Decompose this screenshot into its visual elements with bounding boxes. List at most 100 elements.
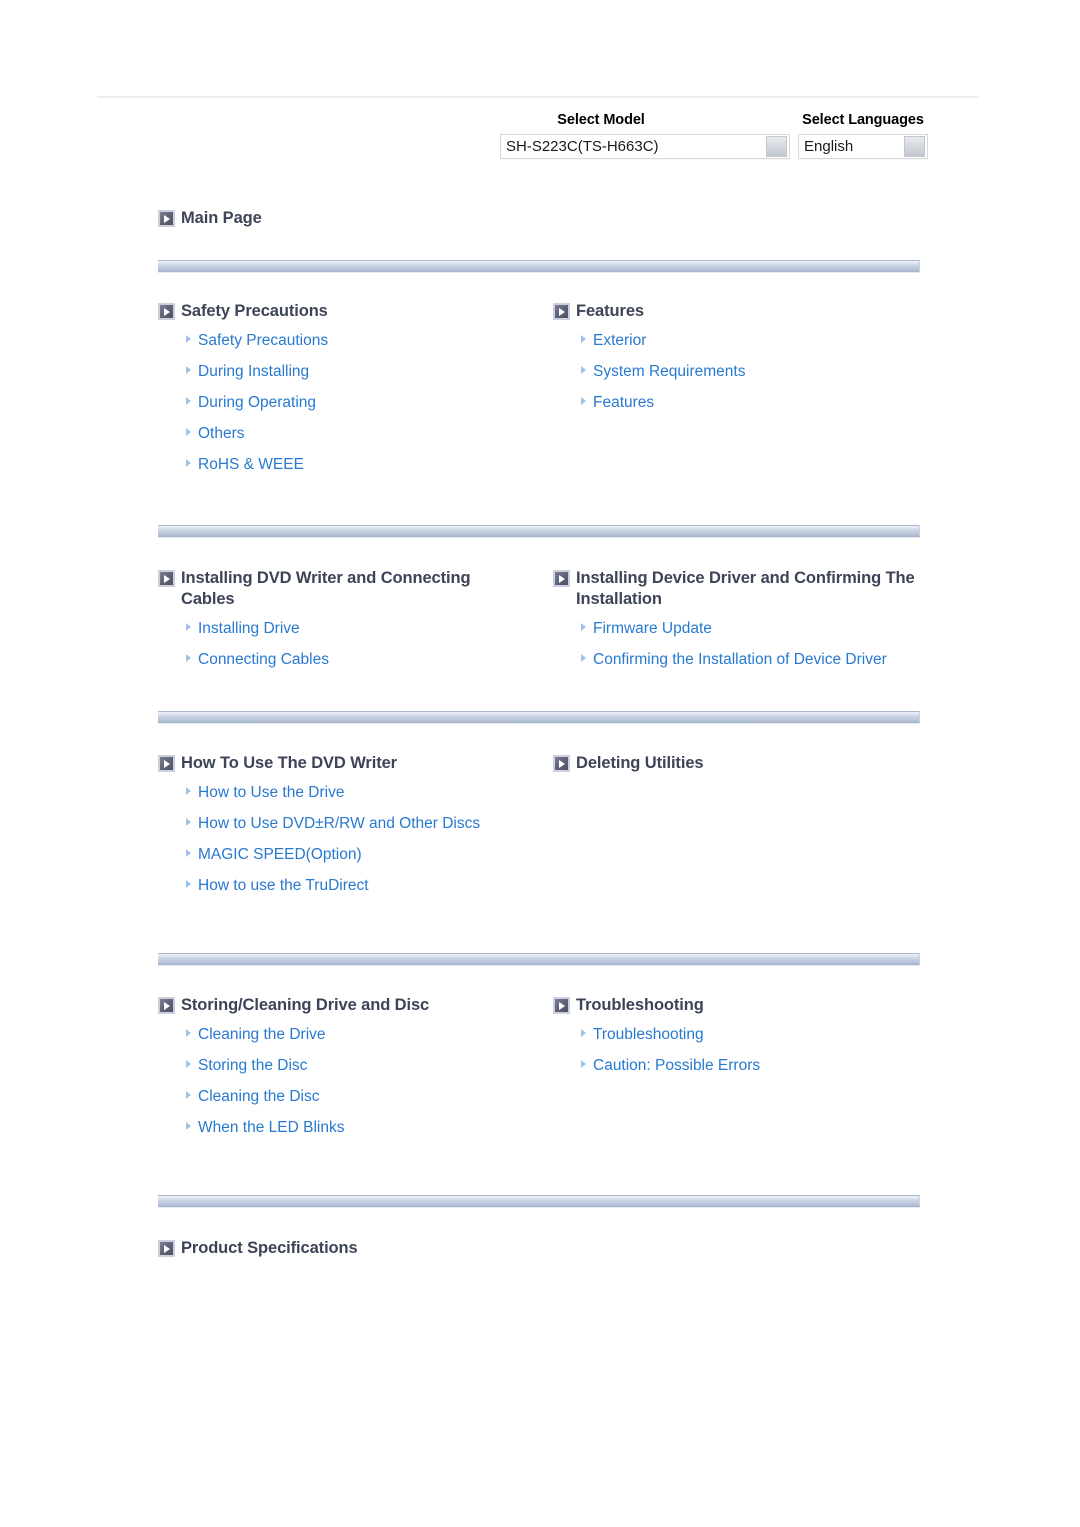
section-heading[interactable]: Deleting Utilities: [553, 753, 948, 774]
list-item[interactable]: During Installing: [186, 363, 553, 381]
toc-link[interactable]: Connecting Cables: [198, 651, 329, 669]
bullet-triangle-icon: [186, 335, 191, 343]
toc-link[interactable]: Exterior: [593, 332, 646, 350]
toc-link[interactable]: Cleaning the Disc: [198, 1088, 319, 1106]
list-item[interactable]: Storing the Disc: [186, 1057, 553, 1075]
section-divider: [158, 260, 920, 273]
list-item[interactable]: Others: [186, 425, 553, 443]
section-product-specifications: Product Specifications: [158, 1238, 948, 1259]
section-heading[interactable]: Troubleshooting: [553, 995, 948, 1016]
main-page-title: Main Page: [181, 209, 262, 227]
toc-link[interactable]: Safety Precautions: [198, 332, 328, 350]
section-troubleshooting: Troubleshooting Troubleshooting Caution:…: [553, 995, 948, 1137]
list-item[interactable]: Cleaning the Disc: [186, 1088, 553, 1106]
toc-link[interactable]: During Operating: [198, 394, 316, 412]
bullet-triangle-icon: [186, 1122, 191, 1130]
bullet-triangle-icon: [581, 654, 586, 662]
section-item-list: Safety Precautions During Installing Dur…: [158, 332, 553, 474]
toc-link[interactable]: How to Use the Drive: [198, 784, 344, 802]
list-item[interactable]: Installing Drive: [186, 620, 553, 638]
section-installing-dvd-writer: Installing DVD Writer and Connecting Cab…: [158, 568, 553, 669]
bullet-triangle-icon: [581, 1029, 586, 1037]
toc-link[interactable]: How to Use DVD±R/RW and Other Discs: [198, 815, 480, 833]
select-languages-dropdown[interactable]: English: [798, 134, 928, 159]
list-item[interactable]: RoHS & WEEE: [186, 456, 553, 474]
list-item[interactable]: Exterior: [581, 332, 948, 350]
list-item[interactable]: Connecting Cables: [186, 651, 553, 669]
list-item[interactable]: Troubleshooting: [581, 1026, 948, 1044]
toc-link[interactable]: Others: [198, 425, 245, 443]
select-model-group: Select Model SH-S223C(TS-H663C): [500, 112, 790, 159]
list-item[interactable]: Confirming the Installation of Device Dr…: [581, 651, 948, 669]
toc-link[interactable]: Caution: Possible Errors: [593, 1057, 760, 1075]
toc-link[interactable]: Features: [593, 394, 654, 412]
section-item-list: Firmware Update Confirming the Installat…: [553, 620, 948, 669]
list-item[interactable]: When the LED Blinks: [186, 1119, 553, 1137]
play-square-icon: [553, 570, 570, 587]
section-title: Troubleshooting: [576, 996, 704, 1014]
list-item[interactable]: Features: [581, 394, 948, 412]
list-item[interactable]: How to Use DVD±R/RW and Other Discs: [186, 815, 553, 833]
bullet-triangle-icon: [186, 787, 191, 795]
toc-link[interactable]: RoHS & WEEE: [198, 456, 304, 474]
toc-link[interactable]: Firmware Update: [593, 620, 712, 638]
product-specifications-heading[interactable]: Product Specifications: [158, 1238, 948, 1259]
toc-content: Main Page Safety Precautions Safety Prec…: [158, 208, 948, 1259]
section-heading[interactable]: Installing Device Driver and Confirming …: [553, 568, 948, 610]
list-item[interactable]: System Requirements: [581, 363, 948, 381]
section-divider: [158, 1195, 920, 1208]
list-item[interactable]: Cleaning the Drive: [186, 1026, 553, 1044]
select-languages-value: English: [804, 138, 854, 155]
select-model-value: SH-S223C(TS-H663C): [506, 138, 659, 155]
toc-link[interactable]: Troubleshooting: [593, 1026, 704, 1044]
select-model-dropdown[interactable]: SH-S223C(TS-H663C): [500, 134, 790, 159]
list-item[interactable]: How to Use the Drive: [186, 784, 553, 802]
page-top-rule: [97, 96, 979, 98]
main-page-heading[interactable]: Main Page: [158, 208, 948, 229]
section-title: Installing Device Driver and Confirming …: [576, 569, 915, 608]
dropdown-arrow-icon[interactable]: [904, 136, 925, 157]
list-item[interactable]: During Operating: [186, 394, 553, 412]
bullet-triangle-icon: [186, 428, 191, 436]
toc-link[interactable]: When the LED Blinks: [198, 1119, 344, 1137]
toc-link[interactable]: System Requirements: [593, 363, 745, 381]
section-item-list: Cleaning the Drive Storing the Disc Clea…: [158, 1026, 553, 1137]
toc-link[interactable]: MAGIC SPEED(Option): [198, 846, 362, 864]
toc-link[interactable]: Cleaning the Drive: [198, 1026, 326, 1044]
bullet-triangle-icon: [186, 1060, 191, 1068]
dropdown-arrow-icon[interactable]: [766, 136, 787, 157]
bullet-triangle-icon: [186, 880, 191, 888]
section-features: Features Exterior System Requirements Fe…: [553, 301, 948, 474]
section-item-list: Installing Drive Connecting Cables: [158, 620, 553, 669]
toc-link[interactable]: How to use the TruDirect: [198, 877, 369, 895]
bullet-triangle-icon: [186, 849, 191, 857]
select-model-label: Select Model: [557, 112, 645, 128]
section-title: Installing DVD Writer and Connecting Cab…: [181, 569, 471, 608]
list-item[interactable]: Caution: Possible Errors: [581, 1057, 948, 1075]
bullet-triangle-icon: [186, 654, 191, 662]
list-item[interactable]: MAGIC SPEED(Option): [186, 846, 553, 864]
section-heading[interactable]: Safety Precautions: [158, 301, 553, 322]
section-heading[interactable]: Storing/Cleaning Drive and Disc: [158, 995, 553, 1016]
play-square-icon: [553, 303, 570, 320]
section-heading[interactable]: How To Use The DVD Writer: [158, 753, 553, 774]
play-square-icon: [553, 755, 570, 772]
toc-link[interactable]: During Installing: [198, 363, 309, 381]
section-installing-device-driver: Installing Device Driver and Confirming …: [553, 568, 948, 669]
section-heading[interactable]: Features: [553, 301, 948, 322]
section-heading[interactable]: Installing DVD Writer and Connecting Cab…: [158, 568, 553, 610]
toc-link[interactable]: Confirming the Installation of Device Dr…: [593, 651, 887, 669]
toc-link[interactable]: Installing Drive: [198, 620, 300, 638]
section-row-2: Installing DVD Writer and Connecting Cab…: [158, 568, 948, 669]
list-item[interactable]: How to use the TruDirect: [186, 877, 553, 895]
select-languages-label: Select Languages: [802, 112, 924, 128]
section-title: Safety Precautions: [181, 302, 328, 320]
section-storing-cleaning: Storing/Cleaning Drive and Disc Cleaning…: [158, 995, 553, 1137]
section-main-page: Main Page: [158, 208, 948, 229]
bullet-triangle-icon: [186, 818, 191, 826]
list-item[interactable]: Safety Precautions: [186, 332, 553, 350]
toc-link[interactable]: Storing the Disc: [198, 1057, 307, 1075]
play-square-icon: [158, 1240, 175, 1257]
list-item[interactable]: Firmware Update: [581, 620, 948, 638]
section-divider: [158, 711, 920, 724]
